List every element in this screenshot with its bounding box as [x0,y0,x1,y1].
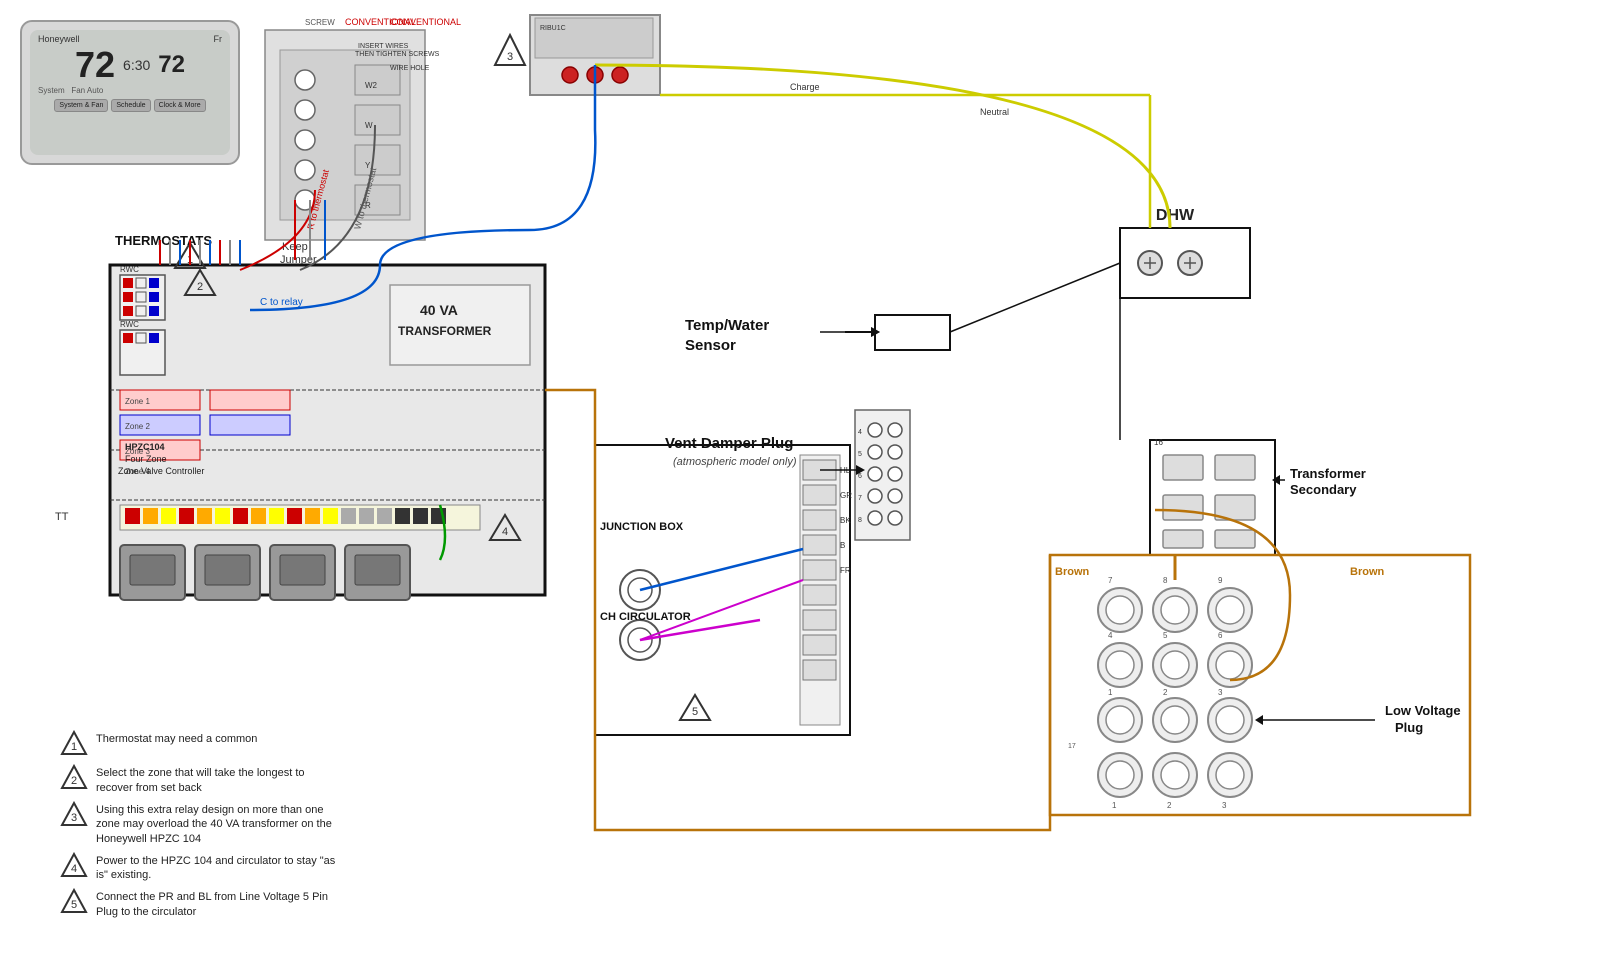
svg-text:5: 5 [1163,631,1168,640]
svg-text:W2: W2 [365,81,378,90]
svg-text:THERMOSTATS: THERMOSTATS [115,233,212,248]
svg-text:BK: BK [840,516,851,525]
svg-text:Plug: Plug [1395,720,1423,735]
svg-text:Secondary: Secondary [1290,482,1357,497]
legend-text-1: Thermostat may need a common [96,730,257,746]
legend-item-5: 5 Connect the PR and BL from Line Voltag… [60,888,336,919]
svg-text:Neutral: Neutral [980,107,1009,117]
svg-text:RWC: RWC [120,265,139,274]
svg-text:1: 1 [71,741,77,753]
svg-text:5: 5 [858,451,862,458]
svg-text:Vent Damper Plug: Vent Damper Plug [665,435,793,452]
svg-text:17: 17 [1068,743,1076,750]
svg-text:1: 1 [1112,801,1117,810]
svg-text:5: 5 [71,899,77,911]
svg-text:6: 6 [858,473,862,480]
svg-text:Low Voltage: Low Voltage [1385,703,1461,718]
svg-text:CH CIRCULATOR: CH CIRCULATOR [600,611,691,623]
svg-text:TRANSFORMER: TRANSFORMER [398,324,492,338]
svg-text:Four Zone: Four Zone [125,454,167,464]
svg-text:1: 1 [1108,688,1113,697]
svg-text:B: B [840,541,845,550]
svg-text:Brown: Brown [1055,566,1090,578]
svg-text:WIRE HOLE: WIRE HOLE [390,65,430,72]
svg-text:2: 2 [1163,688,1168,697]
svg-text:C to relay: C to relay [260,297,303,308]
main-canvas: Honeywell Fr 72 6:30 72 System Fan Auto … [0,0,1600,955]
svg-text:40 VA: 40 VA [420,302,458,318]
legend-item-3: 3 Using this extra relay design on more … [60,801,336,846]
svg-text:Zone Valve Controller: Zone Valve Controller [118,466,204,476]
svg-text:TT: TT [55,511,69,523]
svg-text:RWC: RWC [120,320,139,329]
legend-text-3: Using this extra relay design on more th… [96,801,336,846]
svg-text:3: 3 [1218,688,1223,697]
svg-text:INSERT WIRES: INSERT WIRES [358,43,409,50]
svg-text:8: 8 [858,517,862,524]
svg-text:5: 5 [692,706,698,718]
svg-text:9: 9 [1218,576,1223,585]
svg-text:3: 3 [507,51,513,63]
svg-text:Zone 1: Zone 1 [125,397,150,406]
svg-text:Sensor: Sensor [685,337,736,354]
svg-text:THEN TIGHTEN SCREWS: THEN TIGHTEN SCREWS [355,51,440,58]
svg-text:Transformer: Transformer [1290,466,1366,481]
svg-text:CONVENTIONAL: CONVENTIONAL [390,17,461,27]
svg-text:2: 2 [197,281,203,293]
legend: 1 Thermostat may need a common 2 Select … [60,730,336,925]
svg-text:Charge: Charge [790,82,820,92]
svg-text:8: 8 [1163,576,1168,585]
svg-text:DHW: DHW [1156,207,1195,224]
svg-text:3: 3 [71,812,77,824]
svg-text:4: 4 [71,863,77,875]
svg-text:2: 2 [71,775,77,787]
legend-icon-5: 5 [60,888,88,916]
svg-text:RIBU1C: RIBU1C [540,25,566,32]
legend-item-4: 4 Power to the HPZC 104 and circulator t… [60,852,336,883]
svg-text:Brown: Brown [1350,566,1385,578]
legend-text-5: Connect the PR and BL from Line Voltage … [96,888,336,919]
svg-text:7: 7 [1108,576,1113,585]
svg-text:Zone 2: Zone 2 [125,422,150,431]
legend-icon-4: 4 [60,852,88,880]
legend-item-1: 1 Thermostat may need a common [60,730,336,758]
legend-item-2: 2 Select the zone that will take the lon… [60,764,336,795]
svg-text:6: 6 [1218,631,1223,640]
svg-text:HPZC104: HPZC104 [125,442,165,452]
svg-text:GR: GR [840,491,852,500]
legend-icon-1: 1 [60,730,88,758]
svg-text:7: 7 [858,495,862,502]
svg-text:4: 4 [1108,631,1113,640]
svg-text:W: W [365,121,373,130]
svg-text:JUNCTION BOX: JUNCTION BOX [600,521,684,533]
svg-text:SCREW: SCREW [305,18,335,27]
svg-text:3: 3 [1222,801,1227,810]
svg-text:(atmospheric model only): (atmospheric model only) [673,456,797,468]
svg-text:16: 16 [1154,438,1163,447]
svg-text:4: 4 [502,526,508,538]
legend-text-2: Select the zone that will take the longe… [96,764,336,795]
svg-text:2: 2 [1167,801,1172,810]
svg-text:Temp/Water: Temp/Water [685,317,769,334]
legend-icon-3: 3 [60,801,88,829]
svg-text:4: 4 [858,429,862,436]
svg-text:FR: FR [840,566,851,575]
legend-icon-2: 2 [60,764,88,792]
legend-text-4: Power to the HPZC 104 and circulator to … [96,852,336,883]
